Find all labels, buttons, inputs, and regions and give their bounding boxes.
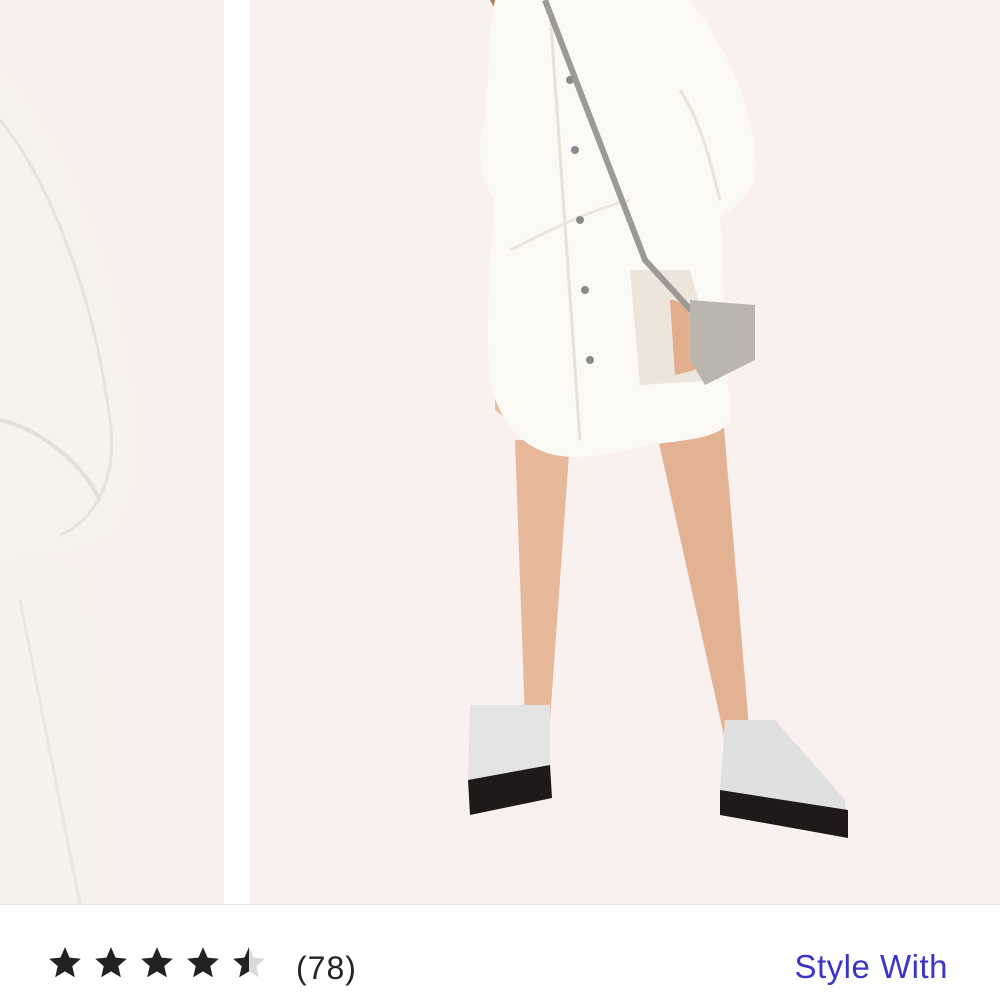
style-with-link[interactable]: Style With: [794, 946, 948, 988]
product-image-gallery[interactable]: [0, 0, 1000, 904]
product-photo-detail[interactable]: [0, 0, 224, 904]
half-star-icon: [233, 947, 265, 978]
star-rating[interactable]: [46, 944, 276, 982]
review-count[interactable]: (78): [296, 948, 357, 988]
star-icon: [95, 947, 127, 978]
star-icon: [187, 947, 219, 978]
product-photo-model[interactable]: [250, 0, 1000, 904]
star-icon: [141, 947, 173, 978]
star-icon: [49, 947, 81, 978]
model-illustration: [250, 0, 1000, 904]
fabric-detail-illustration: [0, 0, 224, 904]
